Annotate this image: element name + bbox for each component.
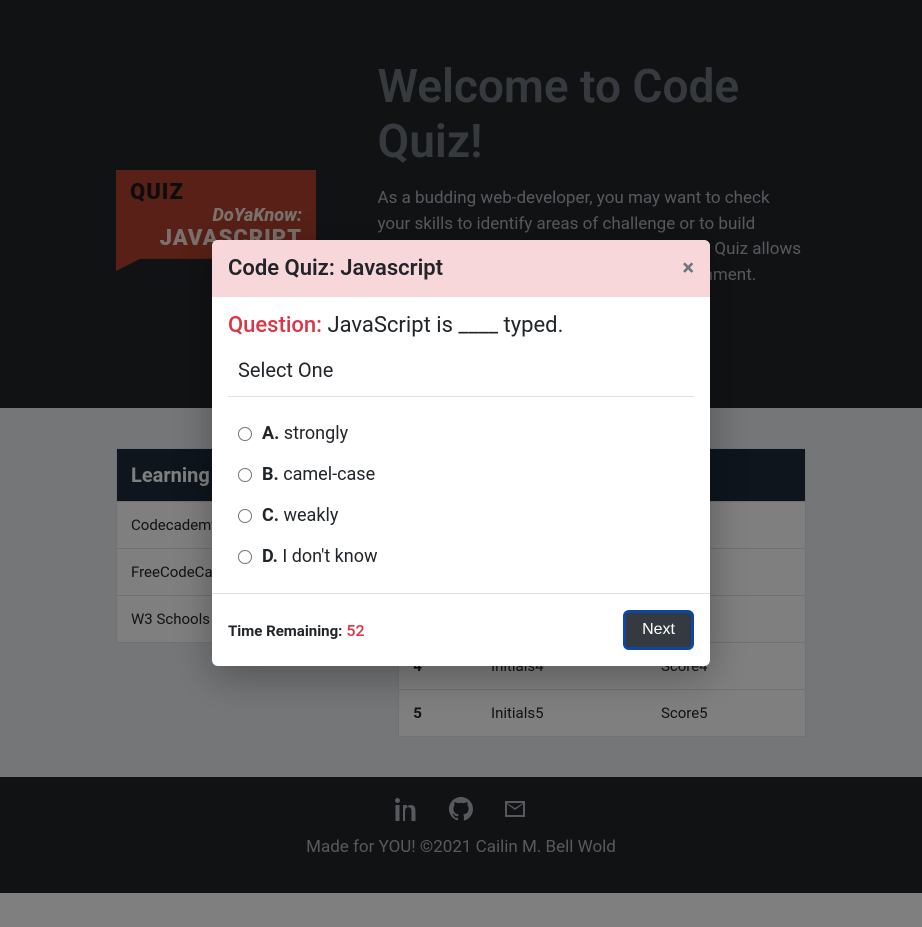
radio-c[interactable] bbox=[238, 509, 252, 523]
question-text: JavaScript is ____ typed. bbox=[327, 313, 563, 338]
time-remaining: Time Remaining: 52 bbox=[228, 621, 365, 640]
next-button[interactable]: Next bbox=[623, 610, 694, 650]
question-line: Question: JavaScript is ____ typed. bbox=[228, 313, 694, 338]
option-b[interactable]: B. camel-case bbox=[228, 454, 694, 495]
close-icon[interactable]: × bbox=[682, 256, 694, 281]
radio-b[interactable] bbox=[238, 468, 252, 482]
option-text: strongly bbox=[284, 423, 348, 444]
time-value: 52 bbox=[346, 621, 364, 640]
quiz-modal: Code Quiz: Javascript × Question: JavaSc… bbox=[212, 240, 710, 666]
option-a[interactable]: A. strongly bbox=[228, 413, 694, 454]
radio-a[interactable] bbox=[238, 427, 252, 441]
modal-title: Code Quiz: Javascript bbox=[228, 256, 443, 281]
option-text: camel-case bbox=[283, 464, 375, 485]
radio-d[interactable] bbox=[238, 550, 252, 564]
modal-overlay[interactable]: Code Quiz: Javascript × Question: JavaSc… bbox=[0, 0, 922, 927]
modal-footer: Time Remaining: 52 Next bbox=[212, 593, 710, 666]
option-letter: C. bbox=[262, 505, 279, 526]
option-d[interactable]: D. I don't know bbox=[228, 536, 694, 577]
option-c[interactable]: C. weakly bbox=[228, 495, 694, 536]
divider bbox=[228, 396, 694, 397]
option-text: I don't know bbox=[282, 546, 377, 567]
time-label: Time Remaining: bbox=[228, 622, 342, 640]
option-letter: B. bbox=[262, 464, 279, 485]
question-label: Question: bbox=[228, 313, 322, 338]
option-letter: A. bbox=[262, 423, 279, 444]
option-text: weakly bbox=[283, 505, 338, 526]
option-letter: D. bbox=[262, 546, 278, 567]
select-one-label: Select One bbox=[228, 358, 694, 390]
modal-header: Code Quiz: Javascript × bbox=[212, 240, 710, 297]
